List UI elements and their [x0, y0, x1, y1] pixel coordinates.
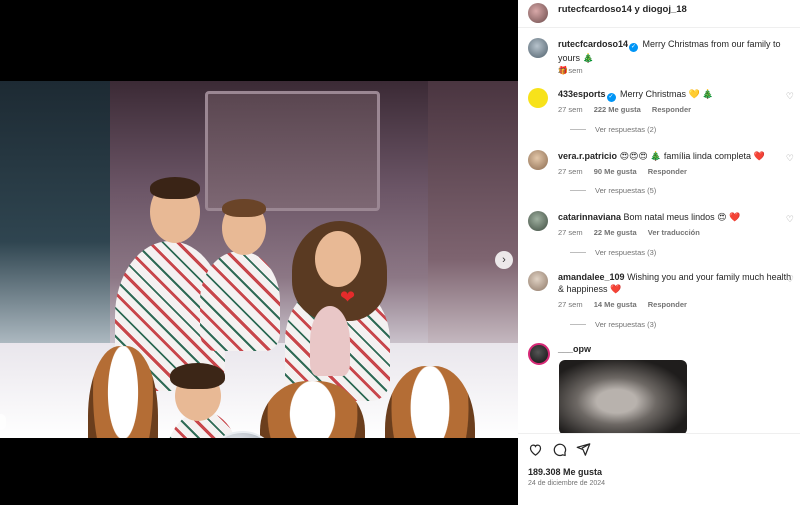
comment-item: catarinnaviana Bom natal meus lindos 😍 ❤…	[528, 211, 798, 266]
heart-icon[interactable]: ♡	[786, 153, 794, 164]
carousel-edge	[0, 414, 6, 430]
comment-item: amandalee_109 Wishing you and your famil…	[528, 271, 798, 336]
comments-list: rutecfcardoso14 ✓ Merry Christmas from ou…	[518, 28, 800, 433]
view-replies[interactable]: Ver respuestas (3)	[570, 248, 656, 257]
person-boy	[200, 251, 280, 351]
post-media: ❤ ›	[0, 0, 518, 505]
translate-button[interactable]: Ver traducción	[648, 228, 700, 237]
heart-sticker-icon: ❤	[340, 287, 356, 307]
person-baby	[310, 306, 350, 376]
avatar[interactable]	[528, 150, 548, 170]
post-date: 24 de diciembre de 2024	[528, 480, 606, 487]
comment-text: Bom natal meus lindos 😍 ❤️	[623, 212, 741, 222]
caption-time: 27 sem	[558, 66, 583, 75]
heart-icon[interactable]: ♡	[786, 91, 794, 102]
comment-time: 27 sem	[558, 167, 583, 176]
comment-likes[interactable]: 22 Me gusta	[594, 228, 637, 237]
post-panel: rutecfcardoso14 y diogoj_18 rutecfcardos…	[518, 0, 800, 505]
post-actions: 189.308 Me gusta 24 de diciembre de 2024	[518, 433, 800, 505]
comment-user[interactable]: vera.r.patricio	[558, 151, 617, 161]
comment-user[interactable]: amandalee_109	[558, 272, 625, 282]
comment-item: vera.r.patricio 😍😍😍 🎄 família linda comp…	[528, 150, 798, 205]
heart-icon[interactable]: ♡	[786, 214, 794, 225]
avatar[interactable]	[528, 271, 548, 291]
caption: rutecfcardoso14 ✓ Merry Christmas from ou…	[528, 38, 798, 78]
post-header: rutecfcardoso14 y diogoj_18	[518, 0, 800, 28]
view-replies[interactable]: Ver respuestas (2)	[570, 125, 656, 134]
avatar[interactable]	[528, 211, 548, 231]
comment-likes[interactable]: 90 Me gusta	[594, 167, 637, 176]
verified-icon: ✓	[606, 93, 616, 102]
comment-text: 😍😍😍 🎄 família linda completa ❤️	[619, 151, 765, 161]
chevron-right-icon[interactable]: ›	[495, 251, 513, 269]
avatar[interactable]	[528, 3, 548, 23]
caption-user[interactable]: rutecfcardoso14	[558, 39, 628, 49]
comment-time: 27 sem	[558, 228, 583, 237]
avatar[interactable]	[528, 343, 550, 365]
comment-user[interactable]: ___opw	[558, 344, 591, 354]
comment-likes[interactable]: 222 Me gusta	[594, 105, 641, 114]
reply-button[interactable]: Responder	[648, 167, 687, 176]
send-icon[interactable]	[576, 442, 591, 457]
heart-icon[interactable]	[528, 442, 543, 457]
view-replies[interactable]: Ver respuestas (3)	[570, 320, 656, 329]
reply-button[interactable]: Responder	[652, 105, 691, 114]
comment-icon[interactable]	[552, 442, 567, 457]
comment-time: 27 sem	[558, 105, 583, 114]
comment-user[interactable]: 433esports	[558, 89, 606, 99]
reply-button[interactable]: Responder	[648, 300, 687, 309]
avatar[interactable]	[528, 88, 548, 108]
post-authors[interactable]: rutecfcardoso14 y diogoj_18	[558, 4, 687, 15]
post-photo[interactable]: ❤	[0, 81, 518, 438]
likes-count[interactable]: 189.308 Me gusta	[528, 467, 602, 477]
comment-item: 433esports ✓ Merry Christmas 💛 🎄 27 sem 2…	[528, 88, 798, 143]
comment-time: 27 sem	[558, 300, 583, 309]
comment-image[interactable]	[559, 360, 687, 433]
avatar[interactable]	[528, 38, 548, 58]
comment-user[interactable]: catarinnaviana	[558, 212, 621, 222]
comment-text: Merry Christmas 💛 🎄	[620, 89, 714, 99]
view-replies[interactable]: Ver respuestas (5)	[570, 186, 656, 195]
verified-icon: ✓	[629, 43, 639, 52]
heart-icon[interactable]: ♡	[786, 274, 794, 285]
comment-likes[interactable]: 14 Me gusta	[594, 300, 637, 309]
